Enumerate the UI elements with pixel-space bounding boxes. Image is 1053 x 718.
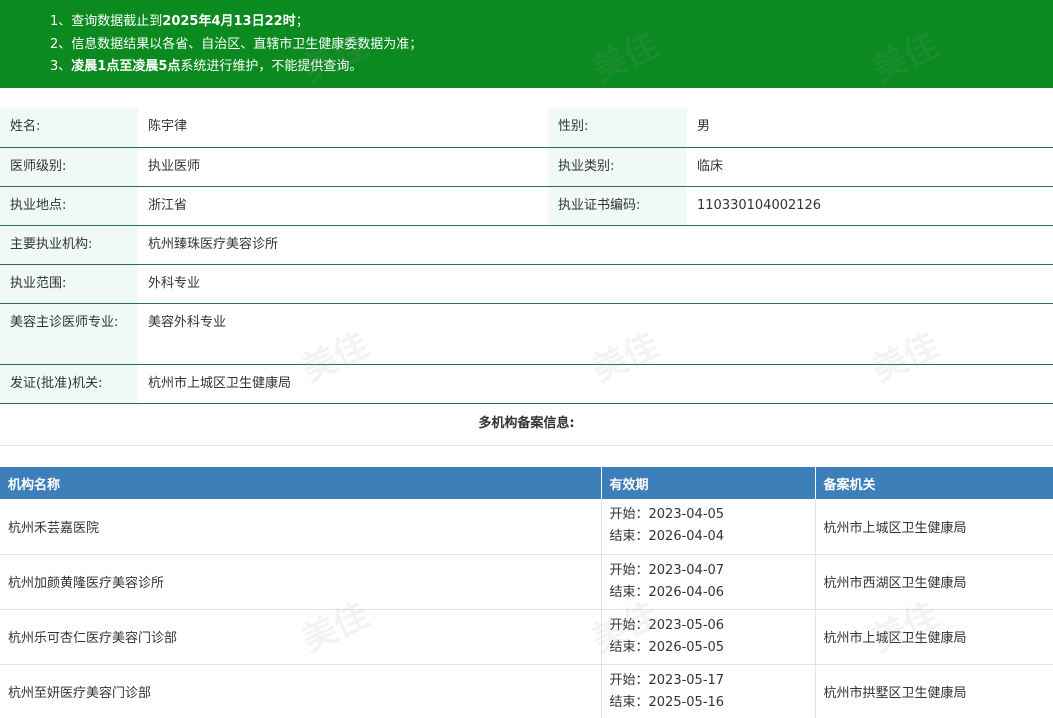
doctor-info-table: 姓名: 陈宇律 性别: 男 医师级别: 执业医师 执业类别: 临床 执业地点: …	[0, 108, 1053, 404]
header-period: 有效期	[601, 467, 816, 499]
location-label: 执业地点:	[0, 186, 138, 226]
period-start: 开始：2023-04-07	[609, 562, 725, 578]
filing-agency: 杭州市西湖区卫生健康局	[815, 554, 1053, 610]
name-label: 姓名:	[0, 108, 138, 148]
org-name: 杭州禾芸嘉医院	[0, 499, 602, 555]
info-row-location: 执业地点: 浙江省 执业证书编码: 110330104002126	[0, 186, 1053, 226]
multi-institution-table: 机构名称 有效期 备案机关 杭州禾芸嘉医院 开始：2023-04-05 结束：20…	[0, 467, 1053, 718]
category-label: 执业类别:	[548, 147, 687, 187]
table-row: 杭州禾芸嘉医院 开始：2023-04-05 结束：2026-04-04 杭州市上城…	[0, 499, 1053, 555]
filing-agency: 杭州市上城区卫生健康局	[815, 499, 1053, 555]
filing-agency: 杭州市拱墅区卫生健康局	[815, 664, 1053, 718]
issuer-value: 杭州市上城区卫生健康局	[138, 364, 1053, 404]
header-agency: 备案机关	[815, 467, 1053, 499]
table-row: 杭州乐可杏仁医疗美容门诊部 开始：2023-05-06 结束：2026-05-05…	[0, 609, 1053, 665]
validity-period: 开始：2023-04-07 结束：2026-04-06	[601, 554, 816, 610]
info-row-cosmetic: 美容主诊医师专业: 美容外科专业	[0, 303, 1053, 365]
period-end: 结束：2026-05-05	[609, 639, 725, 655]
org-name: 杭州加颜黄隆医疗美容诊所	[0, 554, 602, 610]
info-row-scope: 执业范围: 外科专业	[0, 264, 1053, 304]
level-label: 医师级别:	[0, 147, 138, 187]
notice-text: 1、查询数据截止到	[50, 14, 163, 29]
org-name: 杭州乐可杏仁医疗美容门诊部	[0, 609, 602, 665]
cert-value: 110330104002126	[687, 186, 1053, 226]
info-row-institution: 主要执业机构: 杭州臻珠医疗美容诊所	[0, 225, 1053, 265]
scope-value: 外科专业	[138, 264, 1053, 304]
header-org-name: 机构名称	[0, 467, 602, 499]
institution-value: 杭州臻珠医疗美容诊所	[138, 225, 1053, 265]
validity-period: 开始：2023-04-05 结束：2026-04-04	[601, 499, 816, 555]
notice-banner: 1、查询数据截止到2025年4月13日22时； 2、信息数据结果以各省、自治区、…	[0, 0, 1053, 88]
table-header-row: 机构名称 有效期 备案机关	[0, 467, 1053, 499]
org-name: 杭州至妍医疗美容门诊部	[0, 664, 602, 718]
period-start: 开始：2023-05-17	[609, 672, 725, 688]
gender-value: 男	[687, 108, 1053, 148]
name-value: 陈宇律	[138, 108, 548, 148]
multi-institution-title: 多机构备案信息:	[0, 403, 1053, 446]
validity-period: 开始：2023-05-06 结束：2026-05-05	[601, 609, 816, 665]
filing-agency: 杭州市上城区卫生健康局	[815, 609, 1053, 665]
period-start: 开始：2023-04-05	[609, 507, 725, 523]
notice-text: 系统进行维护，不能提供查询。	[180, 59, 363, 74]
cert-label: 执业证书编码:	[548, 186, 687, 226]
institution-label: 主要执业机构:	[0, 225, 138, 265]
notice-line-1: 1、查询数据截止到2025年4月13日22时；	[50, 11, 1053, 34]
notice-text: 3、	[50, 59, 72, 74]
category-value: 临床	[687, 147, 1053, 187]
location-value: 浙江省	[138, 186, 548, 226]
period-end: 结束：2026-04-06	[609, 584, 725, 600]
notice-bold-text: 2025年4月13日22时	[162, 14, 296, 29]
notice-text: 2、信息数据结果以各省、自治区、直辖市卫生健康委数据为准；	[50, 36, 423, 52]
notice-text: ；	[295, 14, 309, 29]
scope-label: 执业范围:	[0, 264, 138, 304]
level-value: 执业医师	[138, 147, 548, 187]
period-end: 结束：2026-04-04	[609, 529, 725, 545]
gender-label: 性别:	[548, 108, 687, 148]
info-row-name: 姓名: 陈宇律 性别: 男	[0, 108, 1053, 148]
table-row: 杭州至妍医疗美容门诊部 开始：2023-05-17 结束：2025-05-16 杭…	[0, 664, 1053, 718]
cosmetic-value: 美容外科专业	[138, 303, 1053, 365]
notice-bold-text: 凌晨1点至凌晨5点	[71, 59, 181, 74]
info-row-level: 医师级别: 执业医师 执业类别: 临床	[0, 147, 1053, 187]
validity-period: 开始：2023-05-17 结束：2025-05-16	[601, 664, 816, 718]
period-end: 结束：2025-05-16	[609, 694, 725, 710]
notice-line-2: 2、信息数据结果以各省、自治区、直辖市卫生健康委数据为准；	[50, 34, 1053, 57]
period-start: 开始：2023-05-06	[609, 617, 725, 633]
table-row: 杭州加颜黄隆医疗美容诊所 开始：2023-04-07 结束：2026-04-06 …	[0, 554, 1053, 610]
issuer-label: 发证(批准)机关:	[0, 364, 138, 404]
notice-line-3: 3、凌晨1点至凌晨5点系统进行维护，不能提供查询。	[50, 56, 1053, 79]
cosmetic-label: 美容主诊医师专业:	[0, 303, 138, 365]
info-row-issuer: 发证(批准)机关: 杭州市上城区卫生健康局	[0, 364, 1053, 404]
